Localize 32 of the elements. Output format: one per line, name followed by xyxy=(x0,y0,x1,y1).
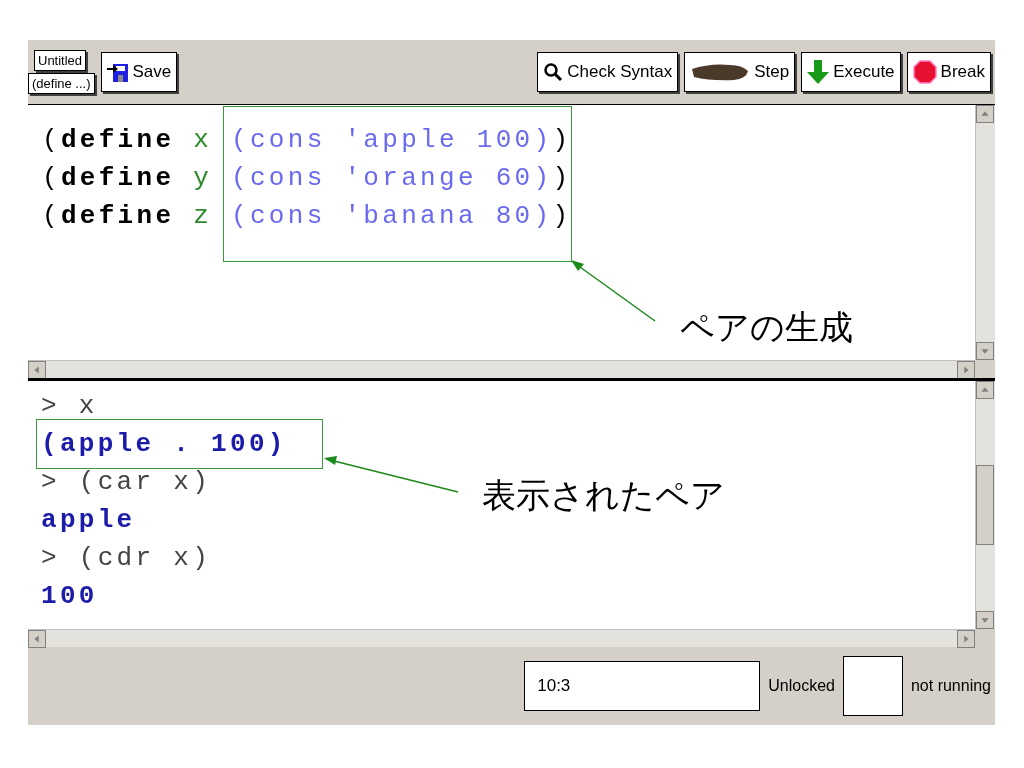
down-arrow-icon xyxy=(807,60,830,84)
result-line: (apple . 100) xyxy=(41,428,287,461)
floppy-disk-icon xyxy=(106,61,129,83)
annotation-label: 表示されたペア xyxy=(482,474,725,517)
check-button[interactable]: Check Syntax xyxy=(537,52,679,92)
step-button[interactable]: Step xyxy=(684,52,796,92)
horizontal-scrollbar[interactable] xyxy=(28,360,975,378)
scroll-arrow-button[interactable] xyxy=(957,361,975,379)
stop-sign-icon xyxy=(912,60,937,84)
code-line: (define z (cons 'banana 80)) xyxy=(42,200,572,233)
lock-indicator xyxy=(842,656,903,716)
file-name-tab[interactable]: Untitled xyxy=(34,50,87,71)
definitions-menu-button[interactable]: (define ...) xyxy=(28,73,95,94)
prompt-line: > x xyxy=(41,390,98,423)
code-line: (define y (cons 'orange 60)) xyxy=(42,162,572,195)
execute-button[interactable]: Execute xyxy=(801,52,901,92)
code-line: (define x (cons 'apple 100)) xyxy=(42,124,572,157)
search-icon xyxy=(543,62,564,82)
prompt-line: > (car x) xyxy=(41,466,212,499)
scrollbar-corner xyxy=(975,360,995,378)
result-line: 100 xyxy=(41,580,98,613)
lock-status: Unlocked xyxy=(768,677,835,695)
vertical-scrollbar[interactable] xyxy=(975,381,995,629)
position-field[interactable]: 10:3 xyxy=(524,661,761,711)
save-button[interactable]: Save xyxy=(100,52,178,92)
scroll-thumb[interactable] xyxy=(976,465,994,545)
result-line: apple xyxy=(41,504,136,537)
scroll-arrow-button[interactable] xyxy=(28,361,46,379)
annotation-label: ペアの生成 xyxy=(680,306,853,349)
prompt-line: > (cdr x) xyxy=(41,542,212,575)
run-status: not running xyxy=(910,677,991,695)
break-button[interactable]: Break xyxy=(906,52,991,92)
